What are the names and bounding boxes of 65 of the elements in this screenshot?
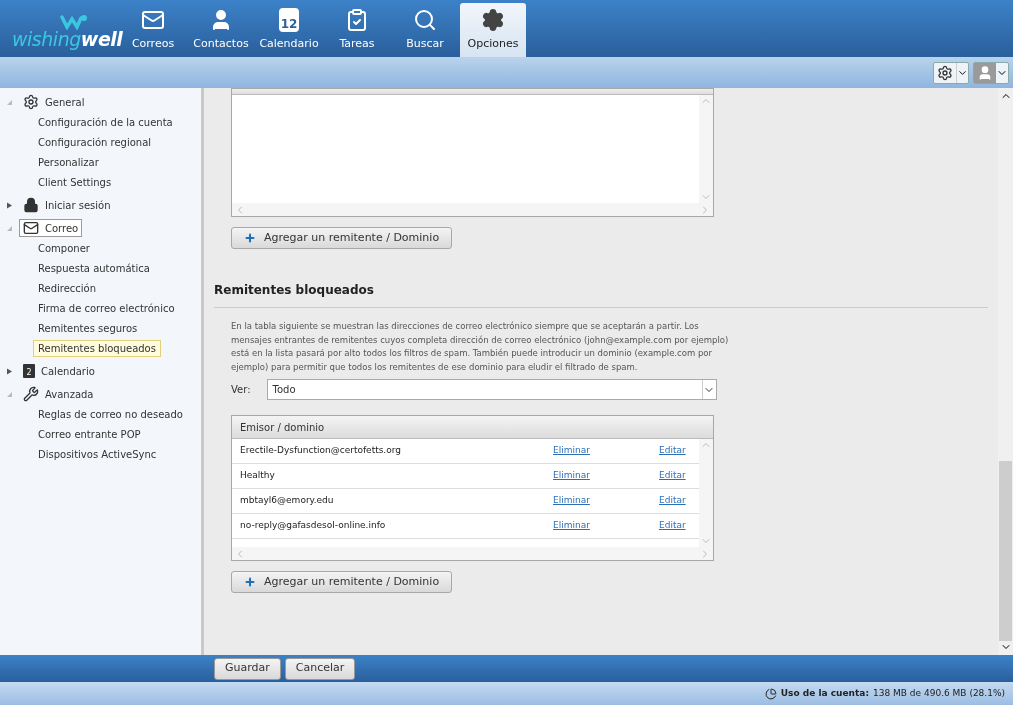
expanded-icon[interactable] xyxy=(6,224,13,232)
edit-link[interactable]: Editar xyxy=(659,444,686,458)
sidebar-item[interactable]: Correo entrante POP xyxy=(33,425,146,443)
collapsed-icon[interactable] xyxy=(6,367,13,375)
table-cell-text: Healthy xyxy=(240,469,276,483)
clipboard-icon xyxy=(345,7,369,32)
table-cell-text: Erectile-Dysfunction@certofetts.org xyxy=(240,444,402,458)
save-button[interactable]: Guardar xyxy=(214,657,281,680)
mail-icon xyxy=(23,220,39,236)
person-icon xyxy=(977,64,993,81)
nav-tab[interactable]: Buscar xyxy=(392,3,458,57)
sidebar-item[interactable]: Configuración regional xyxy=(33,133,157,151)
cancel-button[interactable]: Cancelar xyxy=(284,657,356,680)
sidebar-item[interactable]: Respuesta automática xyxy=(33,259,155,277)
nav-tab[interactable]: Tareas xyxy=(324,3,390,57)
calendar-icon: 12 xyxy=(279,7,299,32)
description-text: En la tabla siguiente se muestran las direcciones de correo electrónico siempre que se aceptarán a partir. Los mensajes entrantes de remitentes cuyos completa dirección de correo electrónico (john@example.com por ejemplo) está en la lista pasará por alto todos los filtros de spam. También puede introducir un dominio (example.com por ejemplo) para permitir que todos los remitentes de ese dominio para eludir el filtrado de spam. xyxy=(231,320,730,374)
edit-link[interactable]: Editar xyxy=(659,469,686,483)
sidebar-group[interactable]: Correo xyxy=(19,219,83,237)
wrench-icon xyxy=(23,386,39,402)
lock-icon xyxy=(23,197,39,213)
logo-icon xyxy=(59,14,87,30)
nav-tab[interactable]: Opciones xyxy=(460,3,526,57)
delete-link[interactable]: Eliminar xyxy=(553,494,659,508)
sidebar-item[interactable]: Client Settings xyxy=(33,173,117,191)
sidebar-item[interactable]: Firma de correo electrónico xyxy=(33,299,180,317)
sidebar-item[interactable]: Configuración de la cuenta xyxy=(33,113,178,131)
add-sender-button[interactable]: Agregar un remitente / Dominio xyxy=(231,571,453,593)
column-header: Emisor / dominio xyxy=(232,416,713,439)
filter-label: Ver: xyxy=(231,383,251,397)
edit-link[interactable]: Editar xyxy=(659,494,686,508)
calendar-icon: 2 xyxy=(23,364,35,378)
settings-menu-button[interactable] xyxy=(933,61,969,84)
usage-label: Uso de la cuenta: xyxy=(780,686,869,700)
sidebar-item[interactable]: Redirección xyxy=(33,279,102,297)
sidebar-item[interactable]: Reglas de correo no deseado xyxy=(33,405,188,423)
search-icon xyxy=(413,7,437,32)
delete-link[interactable]: Eliminar xyxy=(553,519,659,533)
nav-tab[interactable]: 12 Calendario xyxy=(256,3,322,57)
sidebar-item[interactable]: Remitentes bloqueados xyxy=(33,339,161,357)
expanded-icon[interactable] xyxy=(6,390,13,398)
sidebar-item[interactable]: Dispositivos ActiveSync xyxy=(33,445,162,463)
plus-icon xyxy=(244,576,256,588)
sidebar-group[interactable]: General xyxy=(19,93,89,111)
sidebar-item[interactable]: Personalizar xyxy=(33,153,104,171)
usage-value: 138 MB de 490.6 MB (28.1%) xyxy=(873,686,1005,700)
plus-icon xyxy=(244,232,256,244)
filter-dropdown[interactable]: Todo xyxy=(266,379,717,400)
add-sender-button[interactable]: Agregar un remitente / Dominio xyxy=(231,227,453,249)
nav-tab[interactable]: Contactos xyxy=(188,3,254,57)
sidebar-group[interactable]: Iniciar sesión xyxy=(19,196,115,214)
pie-chart-icon xyxy=(764,687,777,700)
table-cell-text: no-reply@gafasdesol-online.info xyxy=(240,519,387,533)
scroll-thumb[interactable] xyxy=(999,461,1012,641)
delete-link[interactable]: Eliminar xyxy=(553,444,659,458)
sidebar-item[interactable]: Remitentes seguros xyxy=(33,319,143,337)
edit-link[interactable]: Editar xyxy=(659,519,686,533)
table-cell-text: mbtayl6@emory.edu xyxy=(240,494,335,508)
sidebar-group[interactable]: 2 Calendario xyxy=(19,362,99,380)
sidebar-item[interactable]: Componer xyxy=(33,239,95,257)
section-title: Remitentes bloqueados xyxy=(214,282,375,299)
collapsed-icon[interactable] xyxy=(6,201,13,209)
sidebar-group[interactable]: Avanzada xyxy=(19,385,98,403)
expanded-icon[interactable] xyxy=(6,98,13,106)
delete-link[interactable]: Eliminar xyxy=(553,469,659,483)
